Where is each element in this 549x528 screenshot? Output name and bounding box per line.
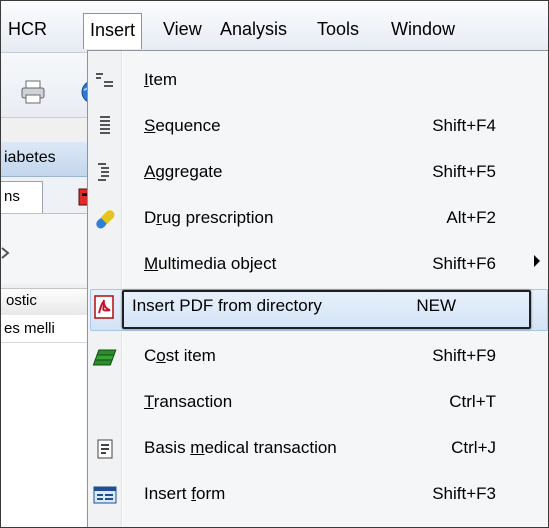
menu-item-shortcut: Shift+F5 xyxy=(432,162,496,181)
menu-item-sequence[interactable]: Sequence Shift+F4 xyxy=(88,103,548,149)
menu-window[interactable]: Window xyxy=(391,18,455,40)
menu-item-shortcut: Ctrl+T xyxy=(449,392,496,411)
menu-bar: HCR Insert View Analysis Tools Window xyxy=(0,0,549,53)
item-list-icon xyxy=(96,73,113,87)
menu-item-item[interactable]: Item xyxy=(88,57,548,103)
pill-icon xyxy=(96,210,115,229)
menu-item-label: Basis medical transaction xyxy=(144,438,337,457)
sequence-icon xyxy=(100,116,110,134)
money-icon xyxy=(92,349,117,366)
menu-item-shortcut: Alt+F2 xyxy=(446,208,496,227)
menu-item-shortcut: Shift+F9 xyxy=(432,346,496,365)
background-tab[interactable]: ns xyxy=(0,181,43,213)
menu-item-label: Cost item xyxy=(144,346,216,365)
menu-item-cost-item[interactable]: Cost item Shift+F9 xyxy=(88,333,548,379)
menu-item-basis-medical-transaction[interactable]: Basis medical transaction Ctrl+J xyxy=(88,425,548,471)
new-badge: NEW xyxy=(416,296,456,315)
menu-tools[interactable]: Tools xyxy=(317,18,359,40)
submenu-arrow-icon xyxy=(534,255,540,267)
menu-item-transaction[interactable]: Transaction Ctrl+T xyxy=(88,379,548,425)
background-row-text: es melli xyxy=(4,320,55,337)
form-icon xyxy=(93,486,117,504)
menu-analysis[interactable]: Analysis xyxy=(220,18,287,40)
chevron-icon xyxy=(1,247,10,259)
menu-item-label: Multimedia object xyxy=(144,254,277,273)
aggregate-icon xyxy=(98,163,109,181)
document-icon xyxy=(97,439,113,459)
menu-item-shortcut: Shift+F6 xyxy=(432,254,496,273)
menu-item-shortcut: Shift+F3 xyxy=(432,484,496,503)
menu-item-shortcut: Ctrl+J xyxy=(451,438,496,457)
menu-insert[interactable]: Insert xyxy=(83,13,143,49)
menu-item-label: Insert form xyxy=(144,484,226,503)
menu-item-insert-pdf[interactable]: Insert PDF from directory NEW xyxy=(88,287,548,333)
menu-hcr[interactable]: HCR xyxy=(8,18,47,40)
background-tab-label: ns xyxy=(4,188,20,205)
background-title-text: iabetes xyxy=(4,149,56,166)
pdf-icon xyxy=(94,295,114,319)
printer-icon[interactable] xyxy=(20,80,46,104)
menu-item-label: Sequence xyxy=(144,116,221,135)
menu-item-insert-form[interactable]: Insert form Shift+F3 xyxy=(88,471,548,517)
menu-item-drug-prescription[interactable]: Drug prescription Alt+F2 xyxy=(88,195,548,241)
background-column-header-text: ostic xyxy=(6,292,37,309)
menu-item-label: Drug prescription xyxy=(144,208,274,227)
menu-item-label: Aggregate xyxy=(144,162,223,181)
menu-item-multimedia-object[interactable]: Multimedia object Shift+F6 xyxy=(88,241,548,287)
menu-item-shortcut: Shift+F4 xyxy=(432,116,496,135)
menu-view[interactable]: View xyxy=(163,18,202,40)
insert-menu-dropdown: Item Sequence Shift+F4 Aggregate Shift+F… xyxy=(87,50,549,528)
menu-item-aggregate[interactable]: Aggregate Shift+F5 xyxy=(88,149,548,195)
menu-item-label: Transaction xyxy=(144,392,233,411)
menu-item-label: Insert PDF from directory xyxy=(132,296,322,315)
menu-item-label: Item xyxy=(144,70,178,89)
